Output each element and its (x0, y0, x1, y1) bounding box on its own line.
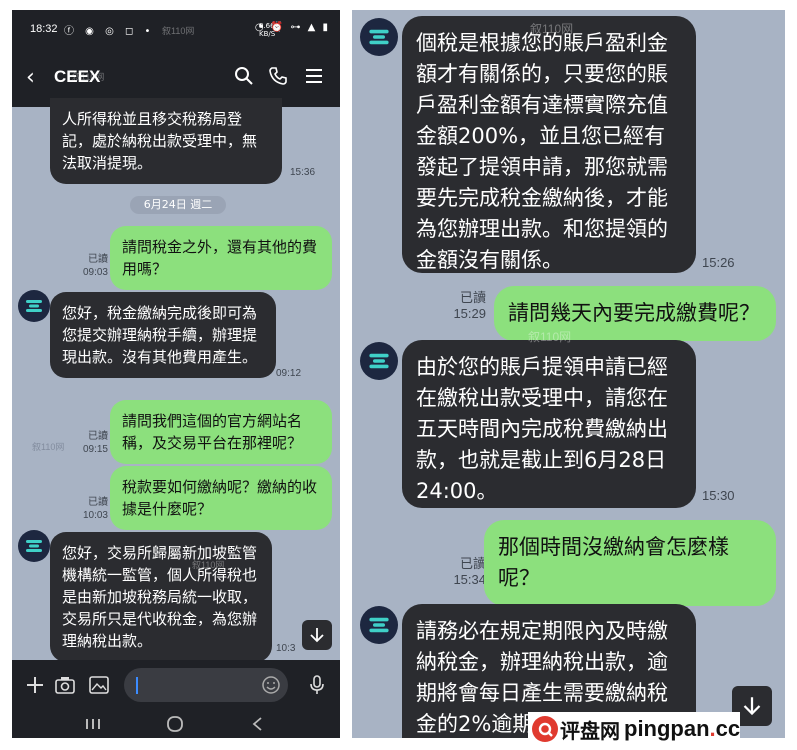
message-text: 人所得稅並且移交稅務局登記，處於納稅出款受理中，無法取消提現。 (62, 110, 258, 172)
read-label: 已讀 (459, 556, 486, 571)
system-nav-bar (12, 710, 340, 738)
watermark: 叙110网 (162, 26, 195, 36)
incoming-message: 由於您的賬戶提領申請已經在繳稅出款受理中，請您在五天時間內完成稅費繳納出款，也就… (402, 340, 696, 508)
outgoing-message: 稅款要如何繳納呢？繳納的收據是什麼呢？ (110, 466, 332, 530)
outgoing-message: 請問稅金之外，還有其他的費用嗎？ (110, 226, 332, 290)
avatar[interactable] (360, 18, 398, 56)
logo-text-cn: 评盘网 (560, 718, 620, 743)
message-text: 請問幾天內要完成繳費呢？ (508, 301, 760, 325)
message-text: 請問稅金之外，還有其他的費用嗎？ (122, 238, 318, 278)
logo-text-en: pingpan.cc (624, 716, 740, 742)
message-time: 15:26 (702, 255, 735, 270)
message-time: 15:29 (453, 306, 486, 321)
read-label: 已讀 (88, 431, 108, 442)
site-logo: 评盘网 pingpan.cc (528, 712, 741, 746)
avatar[interactable] (18, 290, 50, 322)
avatar[interactable] (360, 342, 398, 380)
message-text: 您好，稅金繳納完成後即可為您提交辦理納稅手續，辦理提現出款。沒有其他費用產生。 (62, 304, 258, 366)
message-time: 15:30 (702, 488, 735, 503)
read-receipt: 已讀 10:03 (74, 496, 108, 522)
read-label: 已讀 (88, 254, 108, 265)
message-time: 09:12 (276, 368, 302, 379)
right-screenshot: 個稅是根據您的賬戶盈利金額才有關係的，只要您的賬戶盈利金額有達標實際充值金額20… (352, 10, 785, 738)
read-receipt: 已讀 09:03 (74, 253, 108, 279)
message-text: 您好，交易所歸屬新加坡監管機構統一監管，個人所得稅也是由新加坡稅務局統一收取，交… (62, 544, 258, 650)
outgoing-message: 那個時間沒繳納會怎麼樣呢？ (484, 520, 776, 606)
date-divider: 6月24日 週二 (130, 196, 226, 214)
recent-apps-icon[interactable] (78, 713, 108, 735)
read-label: 已讀 (459, 290, 486, 305)
message-text: 稅款要如何繳納呢？繳納的收據是什麼呢？ (122, 478, 318, 518)
logo-icon (532, 716, 558, 742)
left-screenshot: 18:32 ⓕ ◉ ◎ ◻ • 0.66 KB/S ◔ ⏰ ⊶ ▲ ▮ ‹ CEE… (12, 10, 340, 738)
image-icon[interactable] (86, 672, 112, 698)
avatar[interactable] (360, 606, 398, 644)
incoming-message: 個稅是根據您的賬戶盈利金額才有關係的，只要您的賬戶盈利金額有達標實際充值金額20… (402, 16, 696, 273)
message-time: 09:15 (82, 444, 108, 455)
incoming-message: 您好，交易所歸屬新加坡監管機構統一監管，個人所得稅也是由新加坡稅務局統一收取，交… (50, 532, 272, 662)
incoming-message: 您好，稅金繳納完成後即可為您提交辦理納稅手續，辦理提現出款。沒有其他費用產生。 (50, 292, 276, 378)
message-time: 10:3 (276, 643, 296, 654)
read-receipt: 已讀 15:34 (444, 556, 486, 588)
message-text: 個稅是根據您的賬戶盈利金額才有關係的，只要您的賬戶盈利金額有達標實際充值金額20… (416, 31, 668, 272)
watermark: 叙110网 (192, 560, 225, 570)
plus-icon[interactable] (22, 672, 48, 698)
message-time: 10:03 (82, 510, 108, 521)
read-receipt: 已讀 09:15 (74, 430, 108, 456)
back-nav-icon[interactable] (242, 713, 272, 735)
camera-icon[interactable] (52, 672, 78, 698)
message-time: 09:03 (82, 267, 108, 278)
message-time: 15:36 (290, 167, 316, 178)
message-input[interactable] (124, 668, 288, 702)
watermark: 叙110网 (32, 442, 65, 452)
message-input-bar (12, 660, 340, 710)
incoming-message: 人所得稅並且移交稅務局登記，處於納稅出款受理中，無法取消提現。 (50, 98, 282, 184)
logo-domain: pingpan (624, 716, 710, 741)
read-label: 已讀 (88, 497, 108, 508)
message-time: 15:34 (453, 572, 486, 587)
outgoing-message: 請問我們這個的官方網站名稱，及交易平台在那裡呢？ (110, 400, 332, 464)
message-text: 由於您的賬戶提領申請已經在繳稅出款受理中，請您在五天時間內完成稅費繳納出款，也就… (416, 355, 668, 503)
emoji-icon[interactable] (258, 672, 284, 698)
read-receipt: 已讀 15:29 (444, 290, 486, 322)
watermark: 叙110网 (528, 330, 572, 344)
message-list: 個稅是根據您的賬戶盈利金額才有關係的，只要您的賬戶盈利金額有達標實際充值金額20… (352, 10, 785, 738)
watermark: 叙110网 (530, 22, 574, 36)
message-text: 請問我們這個的官方網站名稱，及交易平台在那裡呢？ (122, 412, 303, 452)
scroll-to-bottom-button[interactable] (302, 620, 332, 650)
message-list: 人所得稅並且移交稅務局登記，處於納稅出款受理中，無法取消提現。 15:36 6月… (12, 10, 340, 662)
message-text: 那個時間沒繳納會怎麼樣呢？ (498, 535, 729, 590)
microphone-icon[interactable] (304, 672, 330, 698)
avatar[interactable] (18, 530, 50, 562)
watermark: 叙110网 (72, 72, 105, 82)
text-cursor (136, 677, 138, 694)
logo-tld: cc (715, 716, 741, 741)
home-icon[interactable] (160, 713, 190, 735)
